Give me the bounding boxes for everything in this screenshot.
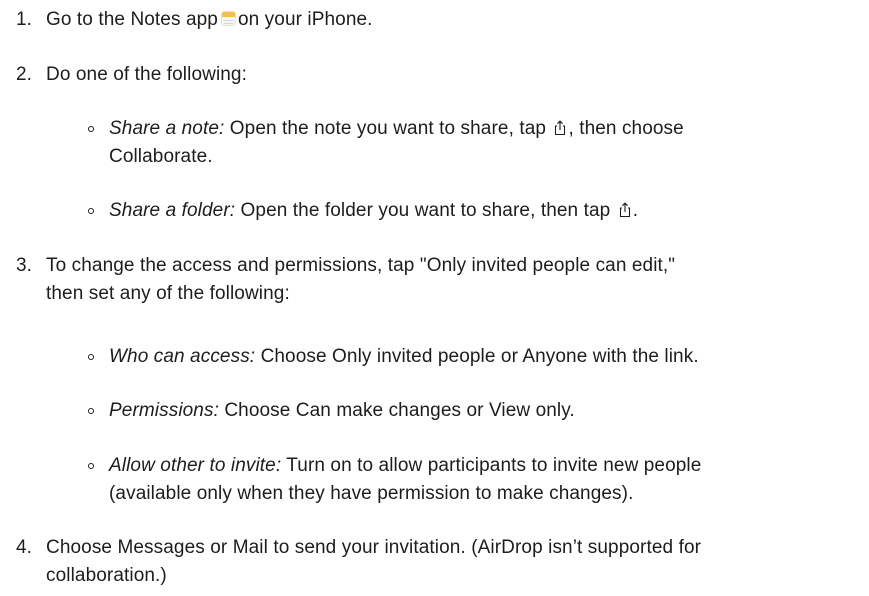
share-icon — [619, 202, 630, 218]
list-item-term: Share a folder: — [109, 200, 236, 221]
list-item-text: Share a folder: Open the folder you want… — [109, 197, 859, 225]
list-item-body-line2: (available only when they have permissio… — [109, 483, 634, 504]
list-item-body: Choose Only invited people or Anyone wit… — [260, 346, 699, 367]
list-item-text: Allow other to invite: Turn on to allow … — [109, 452, 859, 508]
list-item-text: Permissions: Choose Can make changes or … — [109, 397, 859, 425]
list-item-body: Open the folder you want to share, then … — [240, 200, 611, 221]
step-text: Do one of the following: — [46, 64, 247, 85]
step-text-line2: then set any of the following: — [46, 283, 290, 304]
list-item-body-after: . — [632, 200, 639, 221]
list-item-term: Share a note: — [109, 118, 225, 139]
list-item-body: Open the note you want to share, tap — [229, 118, 547, 139]
bullet-icon — [88, 208, 94, 214]
bullet-icon — [88, 126, 94, 132]
step-number: 2. — [16, 64, 33, 85]
step-text-before: Go to the Notes app — [46, 9, 218, 30]
step-number: 1. — [16, 9, 33, 30]
step-text: Go to the Notes app on your iPhone. — [46, 6, 856, 34]
step-text-line1: To change the access and permissions, ta… — [46, 255, 676, 276]
step-text: To change the access and permissions, ta… — [46, 252, 856, 308]
bullet-icon — [88, 408, 94, 414]
step-text: Choose Messages or Mail to send your inv… — [46, 534, 856, 590]
notes-app-icon — [220, 11, 236, 26]
list-item-body: Turn on to allow participants to invite … — [286, 455, 702, 476]
list-item-text: Share a note: Open the note you want to … — [109, 115, 859, 171]
list-item-text: Who can access: Choose Only invited peop… — [109, 343, 859, 371]
list-item-term: Permissions: — [109, 400, 219, 421]
list-item-body-line2: Collaborate. — [109, 146, 213, 167]
instructions-document: 1. Go to the Notes app on your iPhone. 2.… — [0, 0, 869, 596]
step-number: 3. — [16, 255, 33, 276]
list-item-term: Who can access: — [109, 346, 256, 367]
step-text-line1: Choose Messages or Mail to send your inv… — [46, 537, 702, 558]
list-item-term: Allow other to invite: — [109, 455, 282, 476]
bullet-icon — [88, 463, 94, 469]
step-number: 4. — [16, 537, 33, 558]
share-icon — [555, 120, 566, 136]
list-item-body-after: , then choose — [568, 118, 684, 139]
bullet-icon — [88, 354, 94, 360]
list-item-body: Choose Can make changes or View only. — [224, 400, 575, 421]
step-text-line2: collaboration.) — [46, 565, 167, 586]
step-text-after: on your iPhone. — [237, 9, 373, 30]
